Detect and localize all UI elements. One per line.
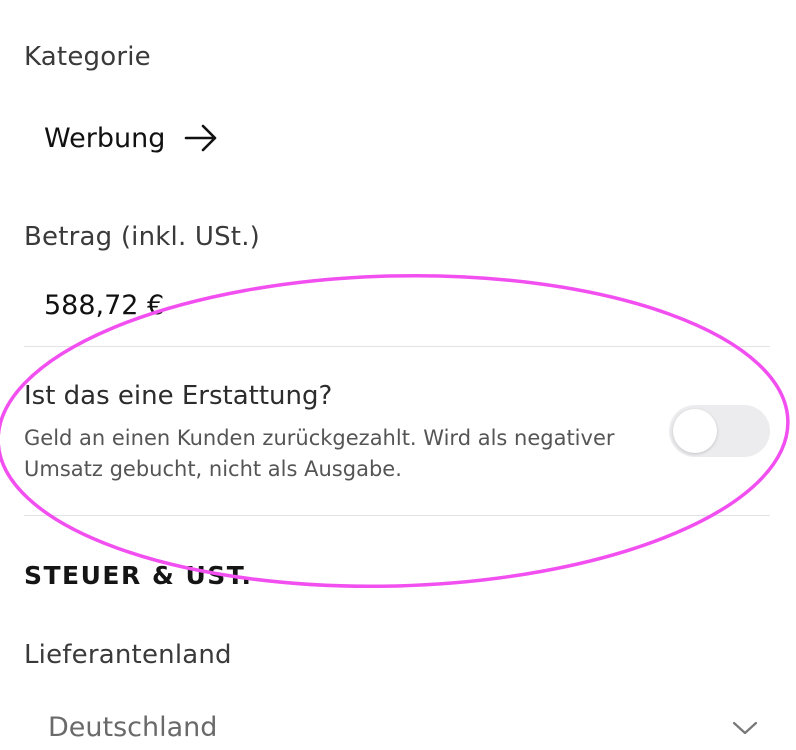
refund-description: Geld an einen Kunden zurückgezahlt. Wird…: [24, 426, 615, 481]
amount-label: Betrag (inkl. USt.): [24, 222, 261, 252]
tax-section-heading: STEUER & UST.: [24, 561, 253, 590]
toggle-knob: [673, 409, 717, 453]
highlight-annotation: [0, 273, 790, 589]
divider: [24, 346, 770, 347]
category-label: Kategorie: [24, 42, 151, 72]
arrow-right-icon: [185, 124, 217, 152]
refund-toggle[interactable]: [669, 405, 770, 457]
amount-input[interactable]: [44, 290, 344, 321]
supplier-country-select[interactable]: Deutschland: [48, 710, 770, 750]
divider: [24, 515, 770, 516]
supplier-country-value: Deutschland: [48, 712, 218, 743]
category-selector[interactable]: Werbung: [44, 120, 219, 156]
category-value: Werbung: [44, 122, 166, 154]
supplier-country-label: Lieferantenland: [24, 640, 232, 670]
refund-question: Ist das eine Erstattung?: [24, 381, 333, 411]
chevron-down-icon: [732, 721, 758, 735]
